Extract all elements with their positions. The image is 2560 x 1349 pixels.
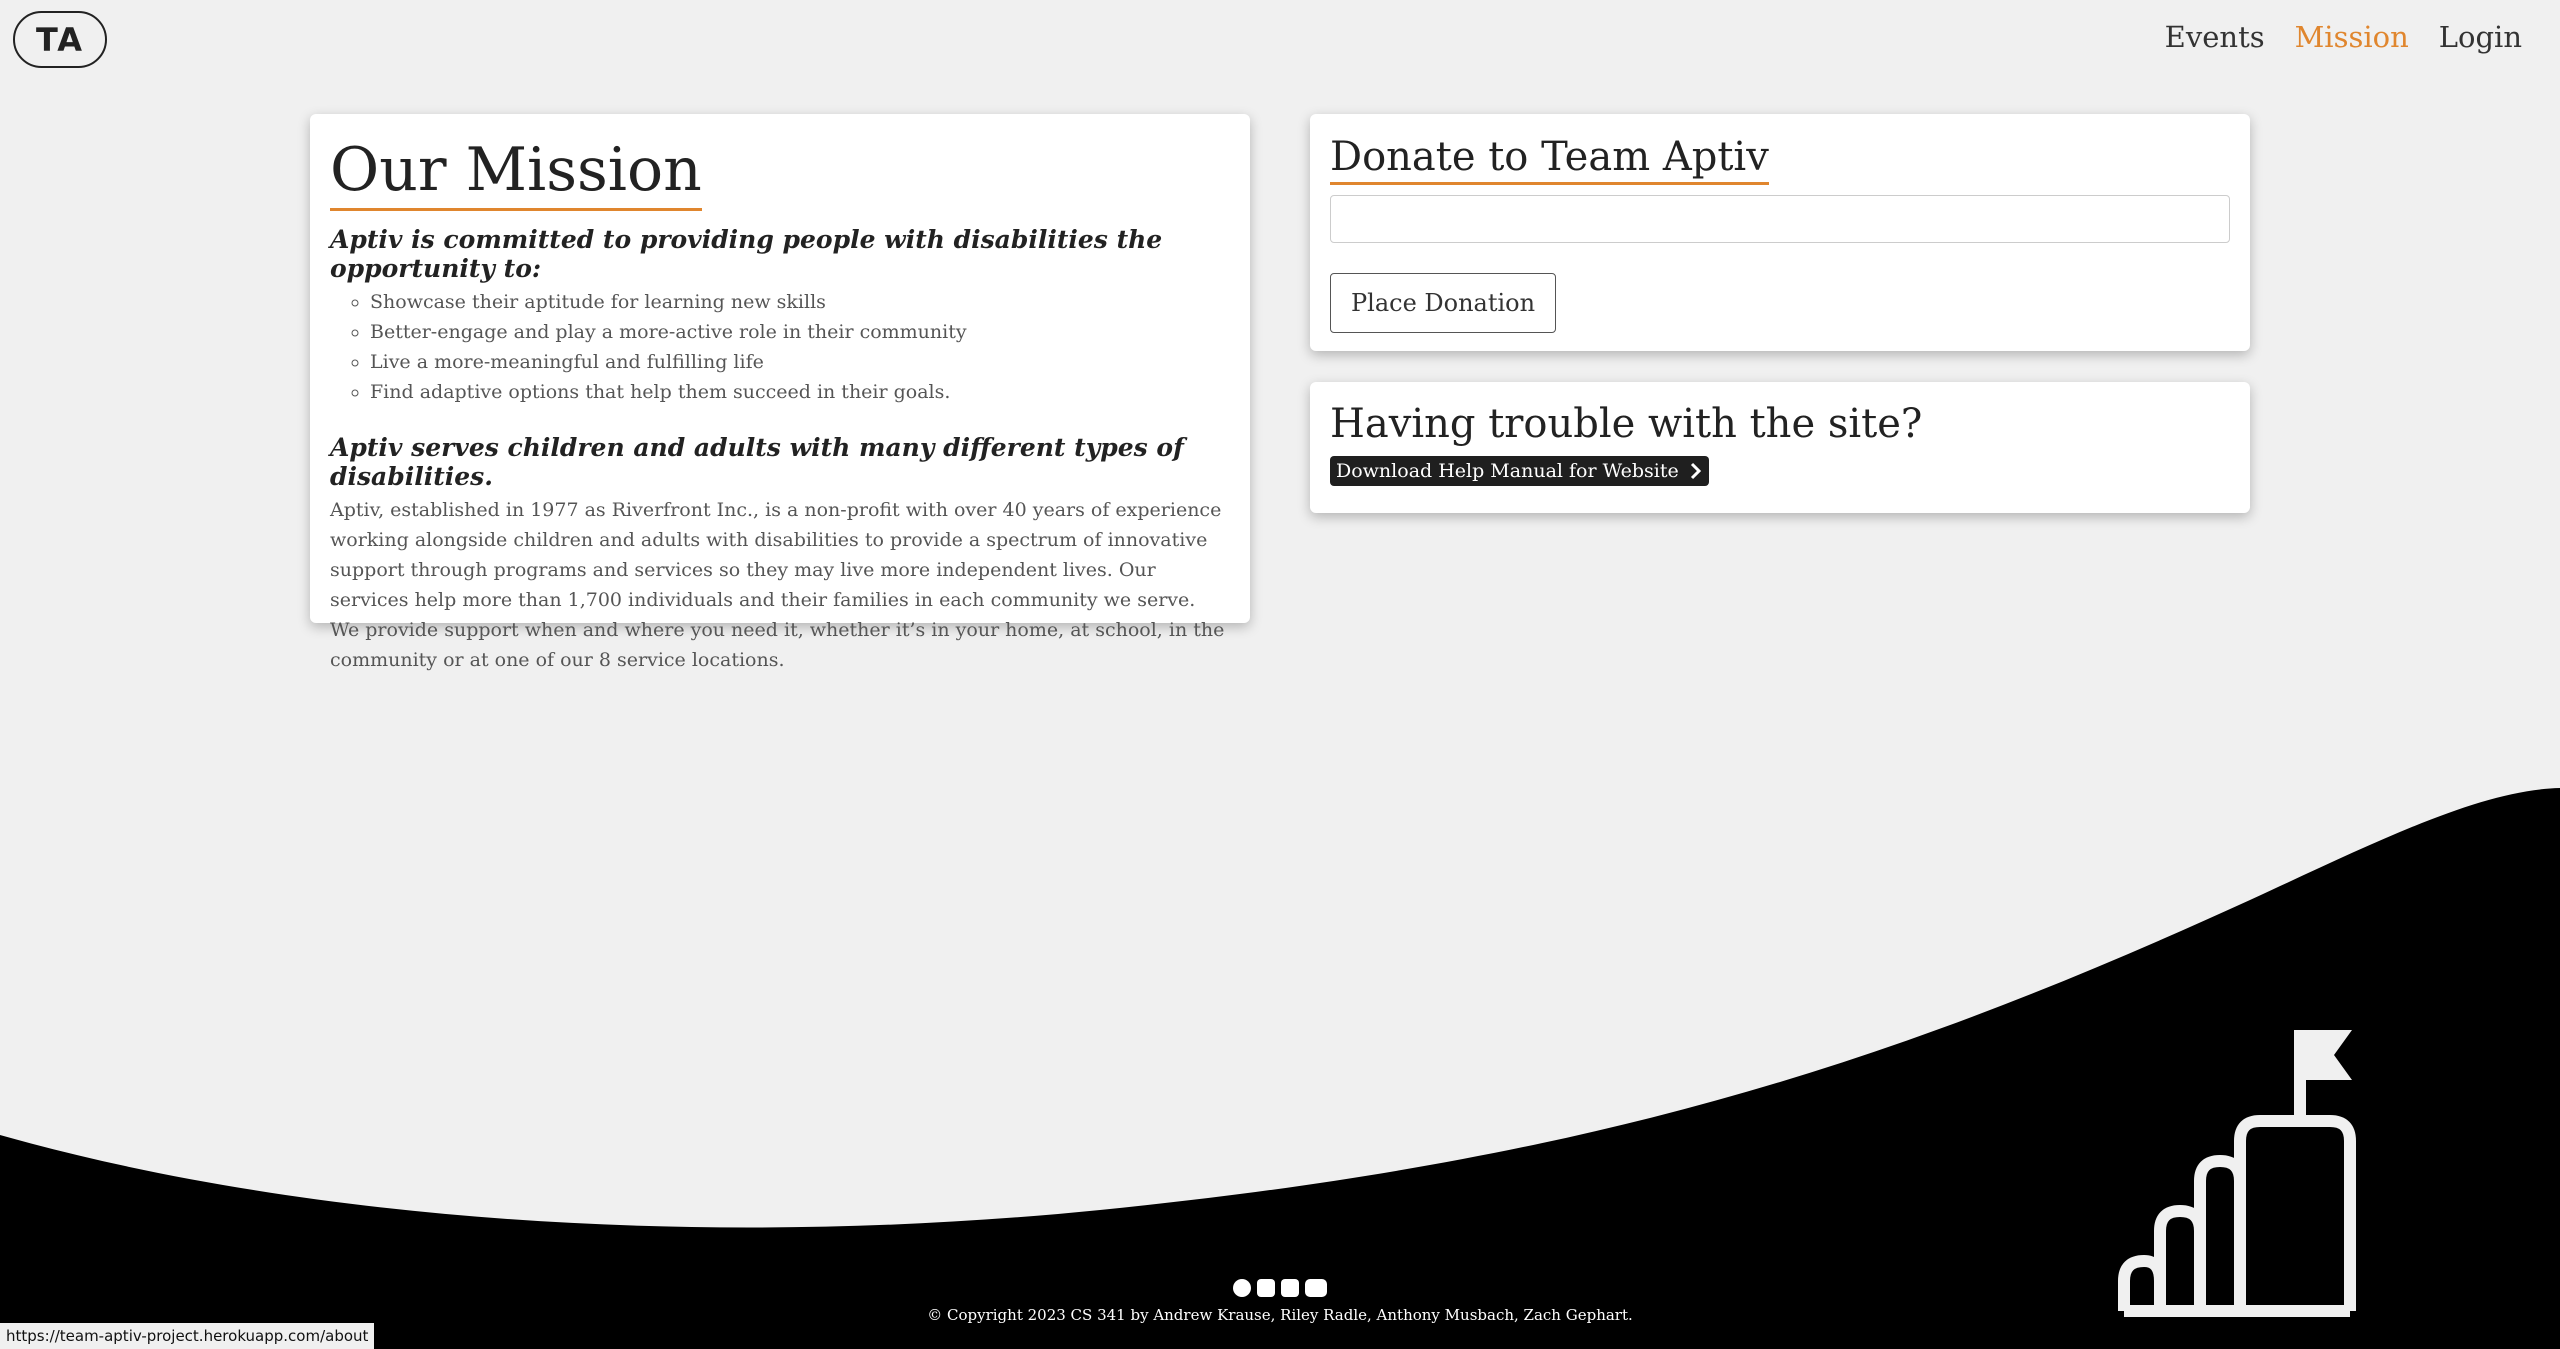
mission-body: Aptiv, established in 1977 as Riverfront… <box>330 499 1225 671</box>
nav-events[interactable]: Events <box>2165 20 2265 54</box>
place-donation-button[interactable]: Place Donation <box>1330 273 1557 333</box>
help-title: Having trouble with the site? <box>1330 401 1923 447</box>
list-item: Better-engage and play a more-active rol… <box>370 317 1230 347</box>
nav-login[interactable]: Login <box>2439 20 2522 54</box>
donation-amount-input[interactable] <box>1330 195 2230 243</box>
copyright-text: © Copyright 2023 CS 341 by Andrew Krause… <box>927 1306 1633 1324</box>
youtube-icon[interactable] <box>1305 1279 1327 1297</box>
instagram-icon[interactable] <box>1257 1279 1275 1297</box>
main-nav: Events Mission Login <box>2165 20 2522 54</box>
linkedin-icon[interactable] <box>1281 1279 1299 1297</box>
mission-card: Our Mission Aptiv is committed to provid… <box>310 114 1250 671</box>
donate-card: Donate to Team Aptiv Place Donation <box>1310 114 2250 351</box>
page-title: Our Mission <box>330 132 702 211</box>
download-label: Download Help Manual for Website <box>1336 460 1679 482</box>
donate-title: Donate to Team Aptiv <box>1330 132 1769 185</box>
chevron-right-icon <box>1690 462 1701 480</box>
status-bar-url: https://team-aptiv-project.herokuapp.com… <box>0 1323 375 1349</box>
social-links <box>1233 1279 1327 1297</box>
list-item: Find adaptive options that help them suc… <box>370 377 1230 407</box>
nav-mission[interactable]: Mission <box>2295 20 2409 54</box>
facebook-icon[interactable] <box>1233 1279 1251 1297</box>
list-item: Live a more-meaningful and fulfilling li… <box>370 347 1230 377</box>
mission-second-heading: Aptiv serves children and adults with ma… <box>330 433 1184 491</box>
mission-intro-heading: Aptiv is committed to providing people w… <box>330 225 1163 283</box>
help-card: Having trouble with the site? Download H… <box>1310 382 2250 513</box>
site-logo[interactable]: TA <box>13 11 107 68</box>
download-help-manual-button[interactable]: Download Help Manual for Website <box>1330 456 1709 486</box>
list-item: Showcase their aptitude for learning new… <box>370 287 1230 317</box>
stairs-flag-icon <box>2118 1030 2356 1317</box>
mission-list: Showcase their aptitude for learning new… <box>330 287 1230 407</box>
